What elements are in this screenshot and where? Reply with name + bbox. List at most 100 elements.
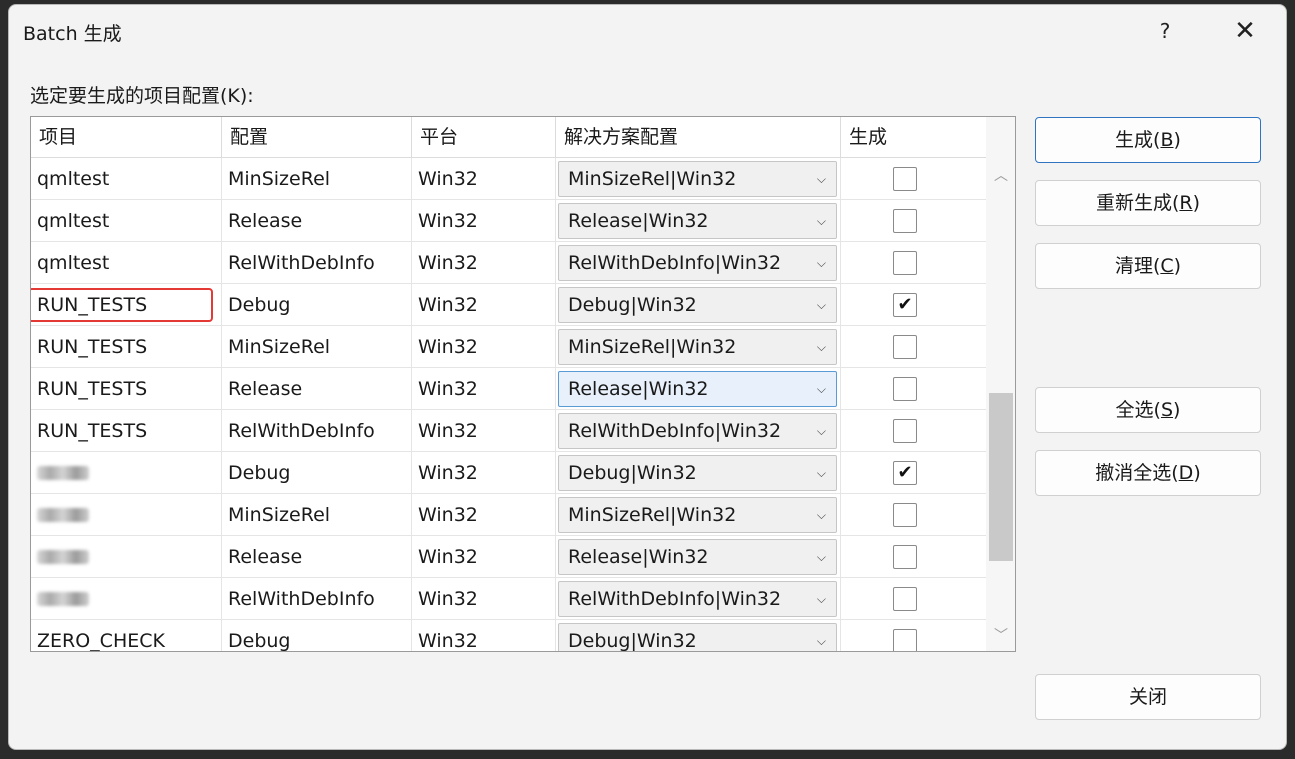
column-header-solution-config[interactable]: 解决方案配置 — [556, 117, 841, 157]
solution-config-value: Debug|Win32 — [568, 630, 697, 652]
project-name: qmltest — [37, 252, 110, 274]
solution-config-dropdown[interactable]: Release|Win32 ⌵ — [558, 203, 837, 239]
platform-cell: Win32 — [412, 326, 556, 368]
project-config-label: 选定要生成的项目配置(K): — [30, 85, 254, 107]
config-cell: RelWithDebInfo — [222, 578, 412, 620]
build-checkbox[interactable] — [893, 209, 917, 233]
close-icon[interactable]: ✕ — [1223, 13, 1267, 49]
platform-cell: Win32 — [412, 620, 556, 651]
solution-config-value: RelWithDebInfo|Win32 — [568, 588, 782, 610]
table-row[interactable]: RelWithDebInfo Win32 RelWithDebInfo|Win32 ⌵ — [31, 578, 986, 620]
chevron-down-icon[interactable]: ⌵ — [817, 456, 826, 490]
solution-config-dropdown[interactable]: Debug|Win32 ⌵ — [558, 287, 837, 323]
column-header-project[interactable]: 项目 — [31, 117, 222, 157]
table-row[interactable]: RUN_TESTS Debug Win32 Debug|Win32 ⌵ ✔ — [31, 284, 986, 326]
column-header-build[interactable]: 生成 — [841, 117, 986, 157]
build-checkbox[interactable] — [893, 629, 917, 651]
build-checkbox[interactable] — [893, 419, 917, 443]
table-row[interactable]: qmltest RelWithDebInfo Win32 RelWithDebInfo… — [31, 242, 986, 284]
scroll-down-icon[interactable]: ﹀ — [994, 625, 1008, 645]
solution-config-cell: MinSizeRel|Win32 ⌵ — [556, 158, 841, 200]
config-cell: Release — [222, 200, 412, 242]
clean-button[interactable]: 清理(C) — [1035, 243, 1261, 289]
solution-config-dropdown[interactable]: MinSizeRel|Win32 ⌵ — [558, 329, 837, 365]
solution-config-dropdown[interactable]: Release|Win32 ⌵ — [558, 371, 837, 407]
project-name: ZERO_CHECK — [37, 630, 165, 652]
column-header-config[interactable]: 配置 — [222, 117, 412, 157]
platform-cell: Win32 — [412, 578, 556, 620]
chevron-down-icon[interactable]: ⌵ — [817, 582, 826, 616]
solution-config-dropdown[interactable]: MinSizeRel|Win32 ⌵ — [558, 497, 837, 533]
solution-config-cell: Release|Win32 ⌵ — [556, 368, 841, 410]
table-row[interactable]: RUN_TESTS MinSizeRel Win32 MinSizeRel|Win32… — [31, 326, 986, 368]
config-cell: Debug — [222, 452, 412, 494]
platform-cell: Win32 — [412, 284, 556, 326]
table-row[interactable]: MinSizeRel Win32 MinSizeRel|Win32 ⌵ — [31, 494, 986, 536]
build-checkbox[interactable] — [893, 503, 917, 527]
build-checkbox[interactable] — [893, 377, 917, 401]
build-checkbox[interactable]: ✔ — [893, 293, 917, 317]
solution-config-dropdown[interactable]: MinSizeRel|Win32 ⌵ — [558, 161, 837, 197]
column-header-platform[interactable]: 平台 — [412, 117, 556, 157]
solution-config-value: RelWithDebInfo|Win32 — [568, 420, 782, 442]
build-button[interactable]: 生成(B) — [1035, 117, 1261, 163]
help-button[interactable]: ? — [1147, 13, 1183, 49]
build-checkbox[interactable] — [893, 167, 917, 191]
redacted-project-name — [37, 550, 89, 564]
solution-config-dropdown[interactable]: RelWithDebInfo|Win32 ⌵ — [558, 245, 837, 281]
chevron-down-icon[interactable]: ⌵ — [817, 162, 826, 196]
chevron-down-icon[interactable]: ⌵ — [817, 330, 826, 364]
table-row[interactable]: qmltest MinSizeRel Win32 MinSizeRel|Win32 ⌵ — [31, 158, 986, 200]
build-checkbox[interactable] — [893, 335, 917, 359]
project-cell: RUN_TESTS — [31, 326, 222, 368]
project-name: RUN_TESTS — [37, 420, 148, 442]
platform-cell: Win32 — [412, 368, 556, 410]
build-cell — [841, 620, 986, 651]
chevron-down-icon[interactable]: ⌵ — [817, 540, 826, 574]
table-row[interactable]: qmltest Release Win32 Release|Win32 ⌵ — [31, 200, 986, 242]
project-cell — [31, 494, 222, 536]
config-cell: Debug — [222, 284, 412, 326]
scroll-up-icon[interactable]: ︿ — [994, 165, 1008, 185]
grid-rows: qmltest MinSizeRel Win32 MinSizeRel|Win32 ⌵ q… — [31, 158, 986, 652]
solution-config-dropdown[interactable]: Debug|Win32 ⌵ — [558, 455, 837, 491]
chevron-down-icon[interactable]: ⌵ — [817, 498, 826, 532]
scroll-thumb[interactable] — [989, 393, 1013, 561]
build-checkbox[interactable]: ✔ — [893, 461, 917, 485]
deselect-all-button[interactable]: 撤消全选(D) — [1035, 450, 1261, 496]
table-row[interactable]: Debug Win32 Debug|Win32 ⌵ ✔ — [31, 452, 986, 494]
build-checkbox[interactable] — [893, 545, 917, 569]
vertical-scrollbar[interactable]: ︿ ﹀ — [986, 117, 1015, 651]
project-cell: ZERO_CHECK — [31, 620, 222, 652]
table-row[interactable]: ZERO_CHECK Debug Win32 Debug|Win32 ⌵ — [31, 620, 986, 652]
project-config-grid: 项目 配置 平台 解决方案配置 生成 qmltest MinSizeRel Win3… — [30, 116, 1016, 652]
solution-config-dropdown[interactable]: RelWithDebInfo|Win32 ⌵ — [558, 413, 837, 449]
project-cell: qmltest — [31, 200, 222, 242]
build-checkbox[interactable] — [893, 251, 917, 275]
chevron-down-icon[interactable]: ⌵ — [817, 372, 826, 406]
chevron-down-icon[interactable]: ⌵ — [817, 246, 826, 280]
chevron-down-icon[interactable]: ⌵ — [817, 624, 826, 651]
project-name: qmltest — [37, 168, 110, 190]
solution-config-dropdown[interactable]: RelWithDebInfo|Win32 ⌵ — [558, 581, 837, 617]
solution-config-cell: RelWithDebInfo|Win32 ⌵ — [556, 578, 841, 620]
config-cell: MinSizeRel — [222, 326, 412, 368]
config-cell: Debug — [222, 620, 412, 651]
platform-cell: Win32 — [412, 494, 556, 536]
solution-config-dropdown[interactable]: Debug|Win32 ⌵ — [558, 623, 837, 652]
rebuild-button[interactable]: 重新生成(R) — [1035, 180, 1261, 226]
table-row[interactable]: RUN_TESTS RelWithDebInfo Win32 RelWithDebIn… — [31, 410, 986, 452]
solution-config-cell: Debug|Win32 ⌵ — [556, 620, 841, 652]
close-button[interactable]: 关闭 — [1035, 674, 1261, 720]
chevron-down-icon[interactable]: ⌵ — [817, 288, 826, 322]
select-all-button[interactable]: 全选(S) — [1035, 387, 1261, 433]
table-row[interactable]: RUN_TESTS Release Win32 Release|Win32 ⌵ — [31, 368, 986, 410]
project-cell: RUN_TESTS — [31, 410, 222, 452]
build-checkbox[interactable] — [893, 587, 917, 611]
chevron-down-icon[interactable]: ⌵ — [817, 414, 826, 448]
redacted-project-name — [37, 508, 89, 522]
solution-config-value: Debug|Win32 — [568, 462, 697, 484]
chevron-down-icon[interactable]: ⌵ — [817, 204, 826, 238]
table-row[interactable]: Release Win32 Release|Win32 ⌵ — [31, 536, 986, 578]
solution-config-dropdown[interactable]: Release|Win32 ⌵ — [558, 539, 837, 575]
